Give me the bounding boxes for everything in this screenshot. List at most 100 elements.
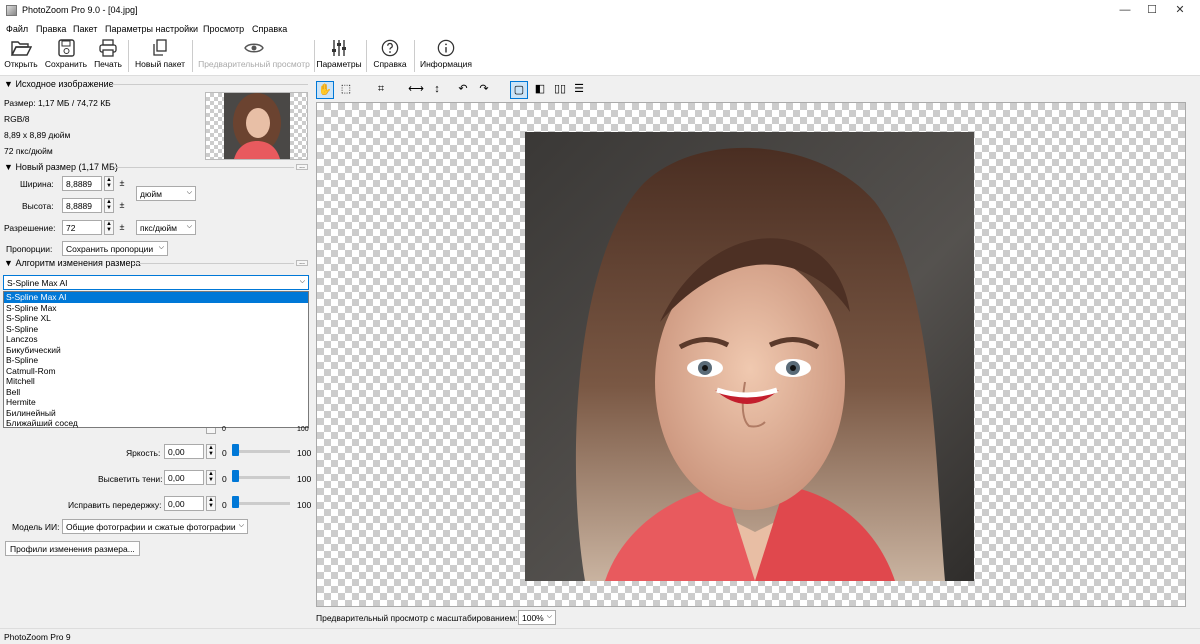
algorithm-option[interactable]: Mitchell [4, 376, 308, 387]
single-view-icon[interactable]: ▢ [510, 81, 528, 99]
exposure-slider[interactable] [232, 502, 290, 505]
source-dimensions: 8,89 x 8,89 дюйм [4, 130, 71, 140]
chevron-down-icon: ⌵ [186, 189, 192, 196]
proportions-select[interactable]: Сохранить пропорции ⌵ [62, 241, 168, 256]
save-button[interactable]: Сохранить [42, 39, 90, 75]
shadows-input[interactable]: 0,00 [164, 470, 204, 485]
hidden-min: 0 [222, 426, 226, 433]
exposure-label: Исправить передержку: [68, 500, 162, 510]
algorithm-option[interactable]: B-Spline [4, 355, 308, 366]
side-by-side-icon[interactable]: ▯▯ [551, 81, 569, 99]
height-label: Высота: [22, 201, 54, 211]
menu-batch[interactable]: Пакет [73, 24, 97, 34]
algorithm-dropdown-list: S-Spline Max AI S-Spline Max S-Spline XL… [3, 291, 309, 428]
height-lock-icon[interactable]: ± [118, 198, 126, 212]
resolution-lock-icon[interactable]: ± [118, 220, 126, 234]
algorithm-option[interactable]: Catmull-Rom [4, 366, 308, 377]
resize-profiles-button[interactable]: Профили изменения размера... [5, 541, 140, 556]
ai-model-label: Модель ИИ: [12, 522, 60, 532]
save-icon [58, 39, 75, 57]
width-label: Ширина: [20, 179, 54, 189]
proportions-label: Пропорции: [6, 244, 53, 254]
close-button[interactable]: ✕ [1173, 3, 1187, 17]
open-button[interactable]: Открыть [2, 39, 40, 75]
app-icon [6, 5, 17, 16]
info-button[interactable]: Информация [418, 39, 474, 75]
algorithm-more-button[interactable]: ... [296, 259, 308, 266]
exposure-input[interactable]: 0,00 [164, 496, 204, 511]
parameters-button[interactable]: Параметры [316, 39, 362, 75]
rotate-right-icon[interactable]: ↷ [475, 81, 493, 99]
shadows-spinner[interactable]: ▲ ▼ [206, 470, 216, 485]
width-input[interactable]: 8,8889 [62, 176, 102, 191]
resolution-unit-select[interactable]: пкс/дюйм ⌵ [136, 220, 196, 235]
info-icon [437, 39, 455, 57]
resolution-spinner[interactable]: ▲ ▼ [104, 220, 114, 235]
print-button[interactable]: Печать [92, 39, 124, 75]
maximize-button[interactable]: ☐ [1145, 3, 1159, 17]
shadows-slider[interactable] [232, 476, 290, 479]
algorithm-option[interactable]: S-Spline Max [4, 303, 308, 314]
algorithm-section-title[interactable]: ▼ Алгоритм изменения размера [4, 258, 141, 268]
algorithm-option[interactable]: S-Spline [4, 324, 308, 335]
algorithm-option[interactable]: Бикубический [4, 345, 308, 356]
menu-settings[interactable]: Параметры настройки [105, 24, 198, 34]
hidden-spinner [206, 428, 216, 434]
height-spinner[interactable]: ▲ ▼ [104, 198, 114, 213]
new-batch-button[interactable]: Новый пакет [132, 39, 188, 75]
preview-photo [525, 132, 974, 581]
sliders-icon [332, 40, 346, 56]
width-lock-icon[interactable]: ± [118, 176, 126, 190]
algorithm-option[interactable]: Hermite [4, 397, 308, 408]
flip-vertical-icon[interactable]: ↕ [428, 81, 446, 99]
exposure-spinner[interactable]: ▲ ▼ [206, 496, 216, 511]
flip-horizontal-icon[interactable]: ⟷ [407, 81, 425, 99]
menu-edit[interactable]: Правка [36, 24, 66, 34]
brightness-input[interactable]: 0,00 [164, 444, 204, 459]
algorithm-select[interactable]: S-Spline Max AI ⌵ [3, 275, 309, 290]
main-toolbar: Открыть Сохранить Печать Новый пакет Пре… [0, 36, 1200, 76]
hand-tool-icon[interactable]: ✋ [316, 81, 334, 99]
status-text: PhotoZoom Pro 9 [4, 632, 71, 642]
height-input[interactable]: 8,8889 [62, 198, 102, 213]
newsize-more-button[interactable]: ... [296, 163, 308, 170]
section-divider [134, 263, 294, 264]
toolbar-separator [366, 40, 367, 72]
menu-help[interactable]: Справка [252, 24, 287, 34]
window-title: PhotoZoom Pro 9.0 - [04.jpg] [22, 5, 138, 15]
preview-button[interactable]: Предварительный просмотр [196, 39, 312, 75]
algorithm-option[interactable]: Bell [4, 387, 308, 398]
shadows-min: 0 [222, 474, 227, 484]
algorithm-option[interactable]: Ближайший сосед [4, 418, 308, 429]
title-bar: PhotoZoom Pro 9.0 - [04.jpg] — ☐ ✕ [0, 0, 1200, 21]
algorithm-option[interactable]: Lanczos [4, 334, 308, 345]
rotate-left-icon[interactable]: ↶ [454, 81, 472, 99]
chevron-down-icon: ⌵ [299, 278, 305, 285]
status-bar: PhotoZoom Pro 9 [0, 628, 1200, 644]
newsize-section-title[interactable]: ▼ Новый размер (1,17 МБ) [4, 162, 118, 172]
algorithm-option[interactable]: S-Spline XL [4, 313, 308, 324]
chevron-down-icon: ⌵ [238, 522, 244, 529]
crop-icon[interactable]: ⌗ [372, 81, 390, 99]
resolution-input[interactable]: 72 [62, 220, 102, 235]
split-view-icon[interactable]: ◧ [531, 81, 549, 99]
brightness-slider[interactable] [232, 450, 290, 453]
source-section-title[interactable]: ▼ Исходное изображение [4, 79, 114, 89]
width-spinner[interactable]: ▲ ▼ [104, 176, 114, 191]
brightness-slider-thumb[interactable] [232, 444, 239, 456]
minimize-button[interactable]: — [1118, 3, 1132, 17]
exposure-slider-thumb[interactable] [232, 496, 239, 508]
algorithm-option[interactable]: Билинейный [4, 408, 308, 419]
shadows-slider-thumb[interactable] [232, 470, 239, 482]
section-divider [114, 167, 294, 168]
stacked-view-icon[interactable]: ☰ [570, 81, 588, 99]
brightness-spinner[interactable]: ▲ ▼ [206, 444, 216, 459]
zoom-select[interactable]: 100% ⌵ [518, 610, 556, 625]
menu-file[interactable]: Файл [6, 24, 28, 34]
menu-view[interactable]: Просмотр [203, 24, 244, 34]
algorithm-option[interactable]: S-Spline Max AI [4, 292, 308, 303]
unit-select[interactable]: дюйм ⌵ [136, 186, 196, 201]
help-button[interactable]: Справка [370, 39, 410, 75]
ai-model-select[interactable]: Общие фотографии и сжатые фотографии ⌵ [62, 519, 248, 534]
selection-tool-icon[interactable]: ⬚ [337, 81, 355, 99]
